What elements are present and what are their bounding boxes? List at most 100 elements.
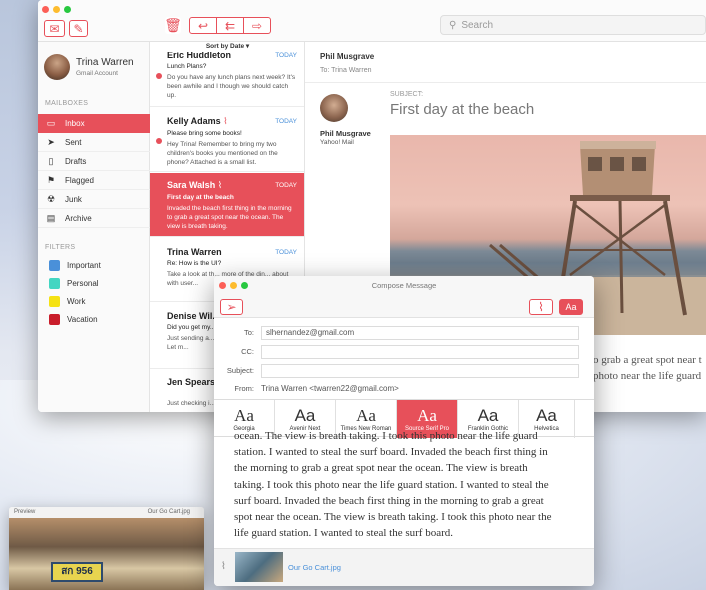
filter-work[interactable]: Work	[38, 292, 150, 310]
body-line: taking. I took this photo near the life …	[234, 478, 549, 491]
compose-body[interactable]: ocean. The view is breath taking. I took…	[234, 430, 579, 541]
sidebar-item-label: Archive	[65, 213, 92, 223]
compose-button[interactable]: ✎	[69, 20, 88, 37]
sidebar-item-flagged[interactable]: ⚑ Flagged	[38, 171, 150, 190]
mailboxes-toggle-button[interactable]: ✉	[44, 20, 65, 37]
sidebar: Trina Warren Gmail Account MAILBOXES ▭ I…	[38, 42, 150, 412]
header-from: Phil Musgrave	[320, 52, 375, 61]
filter-color-swatch	[49, 277, 60, 289]
compose-window: Compose Message ➢ ⌇ Aa To: slhernandez@g…	[214, 276, 594, 586]
filter-label: Important	[67, 260, 101, 270]
filter-vacation[interactable]: Vacation	[38, 310, 150, 328]
paper-plane-icon: ➢	[226, 300, 237, 314]
cc-label: CC:	[241, 347, 254, 356]
send-button[interactable]: ➢	[220, 299, 243, 315]
reply-icon: ↩	[197, 18, 209, 33]
subject-label: Subject:	[226, 366, 254, 375]
message-from: Sara Walsh	[167, 180, 216, 190]
zoom-compose-button[interactable]	[241, 282, 248, 289]
sidebar-item-label: Inbox	[65, 119, 85, 128]
message-preview: Invaded the beach first thing in the mor…	[167, 205, 292, 230]
attachment-thumbnail[interactable]	[235, 552, 283, 582]
body-text-line: o grab a great spot near t	[593, 354, 702, 366]
account-type: Gmail Account	[76, 70, 118, 77]
compose-title: Compose Message	[214, 276, 594, 296]
unread-dot	[156, 73, 162, 79]
minimize-compose-button[interactable]	[230, 282, 237, 289]
chevron-down-icon: ▾	[245, 43, 250, 50]
drafts-icon: ▯	[48, 155, 54, 166]
subject-field[interactable]	[261, 364, 579, 378]
delete-button[interactable]: 🗑	[164, 17, 182, 34]
sidebar-item-inbox[interactable]: ▭ Inbox	[38, 114, 150, 133]
filter-important[interactable]: Important	[38, 256, 150, 274]
forward-button[interactable]: ⇨	[243, 17, 271, 34]
account-header[interactable]: Trina Warren Gmail Account	[44, 54, 134, 80]
paperclip-icon: ⌇	[221, 561, 226, 572]
font-sample: Aa	[536, 405, 557, 425]
message-date: TODAY	[275, 182, 297, 189]
header-to: To: Trina Warren	[320, 67, 372, 74]
preview-titlebar: Preview Our Go Cart.jpg	[9, 507, 204, 518]
from-value[interactable]: Trina Warren <twarren22@gmail.com>	[261, 384, 399, 393]
attachment-name[interactable]: Our Go Cart.jpg	[288, 563, 341, 572]
reply-all-button[interactable]: ⇇	[216, 17, 244, 34]
sender-avatar	[320, 94, 348, 122]
list-item-selected[interactable]: Sara Walsh ⌇ TODAY First day at the beac…	[150, 173, 304, 237]
message-date: TODAY	[275, 249, 297, 256]
to-field[interactable]: slhernandez@gmail.com	[261, 326, 579, 340]
filter-label: Work	[67, 296, 86, 306]
message-subject: First day at the beach	[167, 194, 234, 201]
sidebar-item-label: Flagged	[65, 175, 94, 185]
zoom-window-button[interactable]	[64, 6, 71, 13]
sender-account: Yahoo! Mail	[320, 139, 354, 146]
archive-icon: ▤	[46, 212, 56, 223]
sort-by-date-button[interactable]: Sort by Date ▾	[150, 42, 304, 52]
toolbar: ✉ ✎ 🗑 ↩ ⇇ ⇨ ⚲ Search	[38, 0, 706, 42]
filter-color-swatch	[49, 313, 60, 325]
close-compose-button[interactable]	[219, 282, 226, 289]
reply-all-icon: ⇇	[224, 18, 236, 33]
paperclip-icon: ⌇	[538, 300, 544, 314]
message-subject-title: First day at the beach	[390, 101, 535, 118]
message-preview: Hey Trina! Remember to bring my two chil…	[167, 141, 278, 166]
font-sample: Aa	[294, 405, 316, 425]
inbox-icon: ▭	[46, 118, 56, 128]
body-line: surf board. Invaded the beach first thin…	[234, 494, 544, 507]
search-field[interactable]: ⚲ Search	[440, 15, 706, 35]
avatar	[44, 54, 70, 80]
message-date: TODAY	[275, 52, 297, 59]
cc-field[interactable]	[261, 345, 579, 359]
body-line: spot near the ocean. The view is breath …	[234, 511, 552, 524]
format-label: Aa	[565, 302, 577, 312]
flag-icon: ⚑	[46, 174, 56, 185]
reply-button[interactable]: ↩	[189, 17, 217, 34]
search-icon: ⚲	[449, 19, 457, 31]
close-window-button[interactable]	[42, 6, 49, 13]
minimize-window-button[interactable]	[53, 6, 60, 13]
sidebar-item-drafts[interactable]: ▯ Drafts	[38, 152, 150, 171]
body-line: life guard station. I wanted to steal th…	[234, 527, 454, 540]
mailboxes-heading: MAILBOXES	[45, 100, 89, 107]
sidebar-item-label: Sent	[65, 137, 82, 147]
sort-label: Sort by Date	[205, 43, 245, 50]
body-text-line: photo near the life guard	[593, 370, 702, 382]
sidebar-item-label: Junk	[65, 194, 82, 204]
paperclip-icon: ⌇	[223, 116, 228, 126]
message-preview: Do you have any lunch plans next week? I…	[167, 74, 296, 99]
subject-label: SUBJECT:	[390, 91, 424, 98]
sidebar-item-archive[interactable]: ▤ Archive	[38, 209, 150, 228]
sidebar-item-junk[interactable]: ☢ Junk	[38, 190, 150, 209]
list-item[interactable]: Eric Huddleton TODAY Lunch Plans? Do you…	[150, 46, 304, 107]
sidebar-item-sent[interactable]: ➤ Sent	[38, 133, 150, 152]
compose-window-controls	[219, 282, 248, 289]
from-label: From:	[234, 384, 254, 393]
attach-button[interactable]: ⌇	[529, 299, 553, 315]
divider	[305, 82, 706, 83]
list-item[interactable]: Kelly Adams ⌇ TODAY Please bring some bo…	[150, 108, 304, 172]
format-button[interactable]: Aa	[559, 299, 583, 315]
window-controls	[42, 6, 71, 13]
sidebar-item-label: Drafts	[65, 156, 87, 166]
filter-personal[interactable]: Personal	[38, 274, 150, 292]
compose-toolbar: ➢ ⌇ Aa	[214, 296, 594, 318]
